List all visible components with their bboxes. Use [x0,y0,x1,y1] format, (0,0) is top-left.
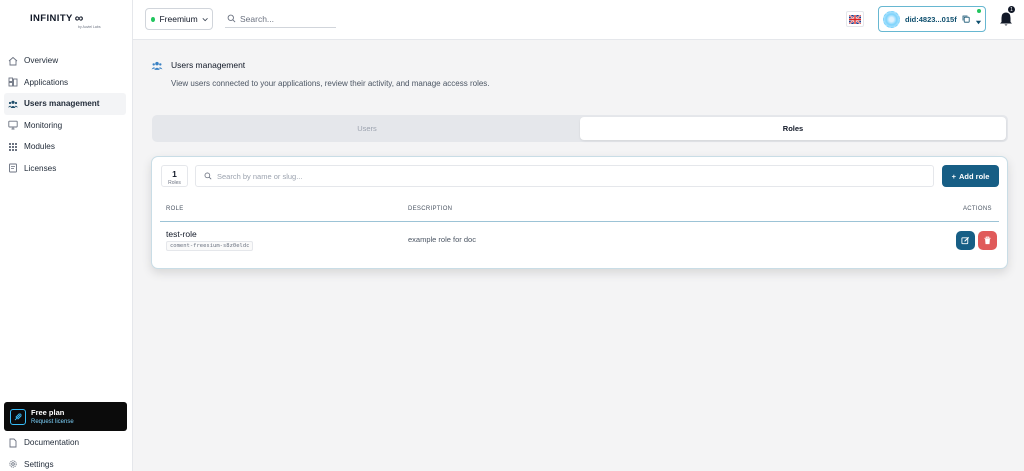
language-selector[interactable] [846,11,864,27]
top-header: Freemium did:4823...015f 1 [133,0,1024,40]
caret-down-icon [975,20,981,24]
page-description: View users connected to your application… [171,79,490,88]
sidebar-item-label: Overview [24,56,59,66]
edit-icon [961,236,970,245]
search-icon [204,172,212,180]
sidebar-item-label: Settings [24,459,54,469]
sidebar-item-settings[interactable]: Settings [4,454,126,471]
gear-icon [9,460,17,468]
sidebar-item-label: Applications [24,77,69,87]
sidebar-item-label: Documentation [24,438,80,448]
infinity-icon: ∞ [74,11,84,25]
request-license-link[interactable]: Request license [31,419,74,425]
brand-logo[interactable]: INFINITY ∞ by Auviel Labs [30,11,110,31]
roles-count-label: Roles [168,180,181,186]
wallet-address: did:4823...015f [905,14,957,24]
role-search-input[interactable] [217,171,817,181]
add-role-button[interactable]: + Add role [942,165,999,187]
wallet-button[interactable]: did:4823...015f [878,6,986,32]
role-slug: coment-freesium-s8z0eldc [166,241,254,251]
plus-icon: + [951,171,956,181]
column-header-actions: ACTIONS [963,206,992,212]
column-header-description: DESCRIPTION [408,206,453,212]
sidebar-item-label: Licenses [24,163,57,173]
home-icon [8,56,18,66]
sidebar-bottom-nav: Documentation Settings [4,432,126,471]
sidebar-item-label: Modules [24,142,55,152]
sidebar-item-modules[interactable]: Modules [4,136,126,158]
users-icon [8,100,18,108]
role-search [195,165,934,187]
plan-selector[interactable]: Freemium [145,8,213,30]
tab-bar: Users Roles [152,115,1008,142]
sidebar-item-applications[interactable]: Applications [4,72,126,94]
plan-title: Free plan [31,408,65,417]
sidebar-nav: Overview Applications Users management M… [4,50,126,179]
sidebar-item-licenses[interactable]: Licenses [4,158,126,180]
plan-selector-value: Freemium [159,14,198,24]
roles-panel: 1 Roles + Add role ROLE DESCRIPTION ACTI… [151,156,1008,269]
delete-role-button[interactable] [978,231,997,250]
brand-name: INFINITY [30,13,73,24]
sidebar-item-label: Users management [24,99,100,109]
sidebar-item-users-management[interactable]: Users management [4,93,126,115]
search-icon [227,14,236,23]
monitor-icon [8,121,18,130]
role-description: example role for doc [408,235,476,244]
free-plan-card[interactable]: Free plan Request license [4,402,127,431]
table-row: test-role coment-freesium-s8z0eldc examp… [160,222,999,260]
brand-tagline: by Auviel Labs [78,25,101,29]
sidebar-item-documentation[interactable]: Documentation [4,432,126,454]
online-dot [977,9,981,13]
sidebar-item-overview[interactable]: Overview [4,50,126,72]
page-title: Users management [171,60,246,70]
tab-roles[interactable]: Roles [580,117,1006,140]
license-icon [9,163,17,173]
tab-users[interactable]: Users [154,117,580,140]
grid-icon [9,142,17,151]
trash-icon [984,236,991,245]
rocket-icon [10,408,26,425]
roles-count: 1 Roles [161,165,188,187]
role-name: test-role [166,229,197,239]
uk-flag-icon [849,14,861,24]
bell-icon[interactable] [999,11,1013,27]
add-role-label: Add role [958,171,990,181]
status-dot [151,16,156,22]
notification-badge: 1 [1008,6,1015,13]
sidebar-item-label: Monitoring [24,120,63,130]
applications-icon [8,77,18,87]
sidebar: INFINITY ∞ by Auviel Labs Overview Appli… [0,0,133,471]
sidebar-item-monitoring[interactable]: Monitoring [4,115,126,137]
edit-role-button[interactable] [956,231,975,250]
document-icon [9,438,17,448]
column-header-role: ROLE [166,206,184,212]
chevron-down-icon [202,17,208,21]
wallet-avatar [883,10,900,28]
copy-icon[interactable] [962,15,970,23]
users-icon [151,61,163,70]
global-search-input[interactable] [240,13,330,24]
global-search [225,10,336,28]
roles-count-value: 1 [172,169,177,179]
